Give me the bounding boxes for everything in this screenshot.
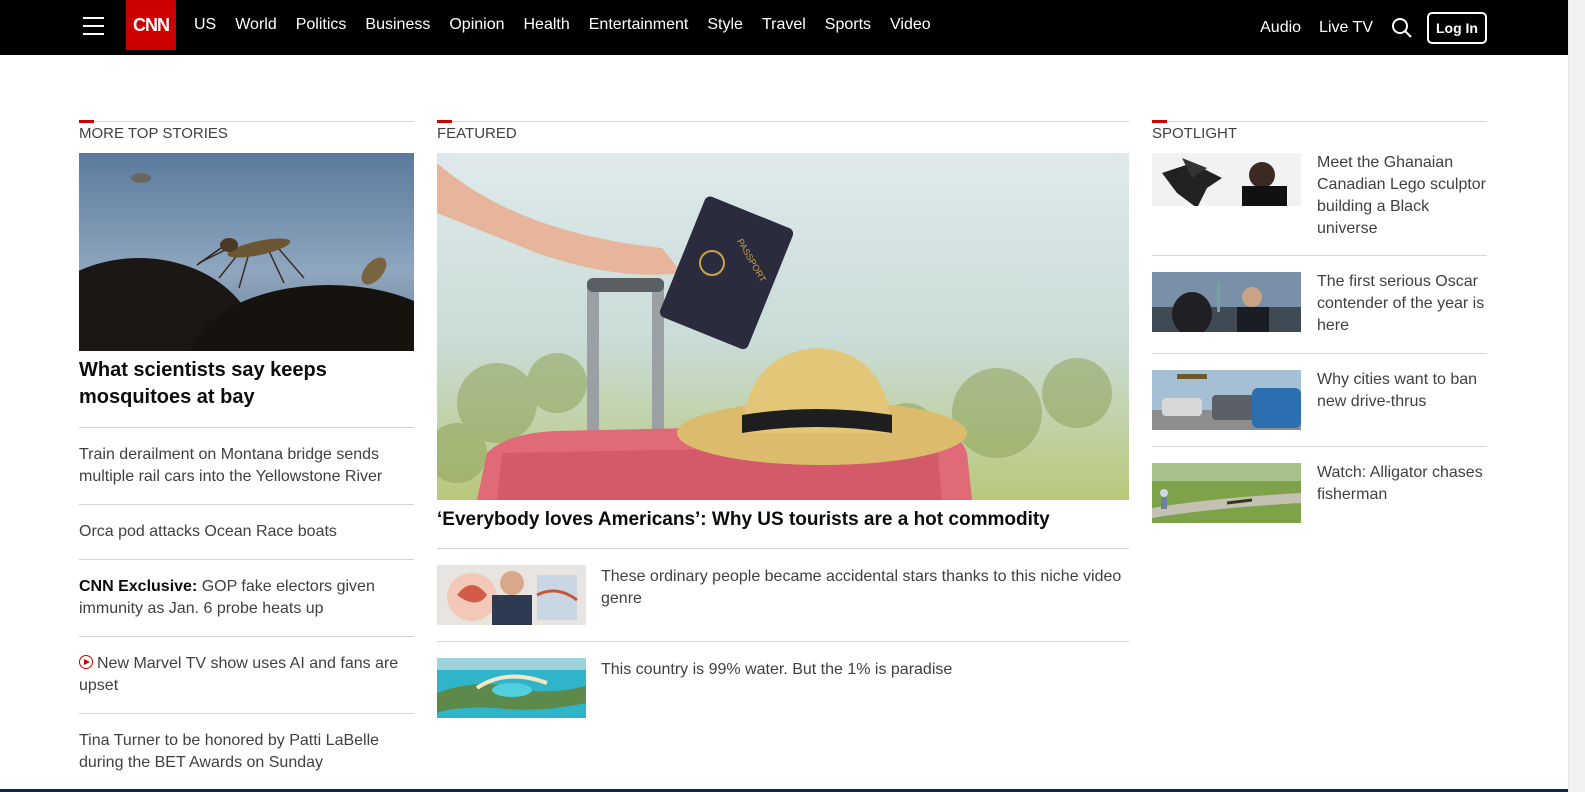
story-headline: Orca pod attacks Ocean Race boats	[79, 523, 337, 540]
passport-luggage-image[interactable]: PASSPORT	[437, 153, 1129, 500]
lead-story-headline[interactable]: What scientists say keeps mosquitoes at …	[79, 357, 414, 411]
menu-icon[interactable]	[83, 17, 104, 36]
section-label-more-top-stories: MORE TOP STORIES	[79, 120, 414, 153]
list-item[interactable]: Tina Turner to be honored by Patti LaBel…	[79, 713, 414, 790]
top-stories-list: Train derailment on Montana bridge sends…	[79, 427, 414, 790]
alligator-thumbnail[interactable]	[1152, 463, 1301, 523]
story-headline: Watch: Alligator chases fisherman	[1317, 464, 1483, 503]
featured-column: FEATURED PASSPORT ‘Everybody loves Ameri…	[437, 120, 1129, 734]
list-item[interactable]: Meet the Ghanaian Canadian Lego sculptor…	[1152, 153, 1487, 256]
section-nav: US World Politics Business Opinion Healt…	[194, 16, 950, 34]
list-item[interactable]: These ordinary people became accidental …	[437, 549, 1129, 642]
nav-link-video[interactable]: Video	[890, 16, 931, 34]
story-headline: These ordinary people became accidental …	[601, 568, 1122, 607]
more-top-stories-column: MORE TOP STORIES What scientists say kee…	[79, 120, 414, 790]
nav-link-opinion[interactable]: Opinion	[449, 16, 504, 34]
exclusive-label: CNN Exclusive:	[79, 578, 198, 595]
nav-link-live-tv[interactable]: Live TV	[1319, 19, 1373, 37]
story-headline: The first serious Oscar contender of the…	[1317, 273, 1485, 334]
story-headline: Tina Turner to be honored by Patti LaBel…	[79, 732, 380, 771]
featured-headline[interactable]: ‘Everybody loves Americans’: Why US tour…	[437, 509, 1129, 549]
nav-link-politics[interactable]: Politics	[296, 16, 347, 34]
vertical-scrollbar[interactable]	[1568, 0, 1585, 792]
list-item[interactable]: This country is 99% water. But the 1% is…	[437, 642, 1129, 734]
section-label-featured: FEATURED	[437, 120, 1129, 153]
nav-link-audio[interactable]: Audio	[1260, 19, 1301, 37]
nav-link-business[interactable]: Business	[365, 16, 430, 34]
nav-link-sports[interactable]: Sports	[825, 16, 871, 34]
cnn-logo[interactable]: CNN	[126, 0, 176, 50]
section-label-spotlight: SPOTLIGHT	[1152, 120, 1487, 153]
story-headline: This country is 99% water. But the 1% is…	[601, 661, 953, 678]
nav-link-us[interactable]: US	[194, 16, 216, 34]
lego-sculptor-thumbnail[interactable]	[1152, 153, 1301, 206]
oscar-contender-thumbnail[interactable]	[1152, 272, 1301, 332]
island-aerial-thumbnail[interactable]	[437, 658, 586, 718]
video-genre-thumbnail[interactable]	[437, 565, 586, 625]
nav-link-entertainment[interactable]: Entertainment	[589, 16, 689, 34]
list-item[interactable]: Train derailment on Montana bridge sends…	[79, 427, 414, 504]
list-item[interactable]: Watch: Alligator chases fisherman	[1152, 463, 1487, 539]
nav-link-world[interactable]: World	[235, 16, 277, 34]
list-item[interactable]: The first serious Oscar contender of the…	[1152, 272, 1487, 354]
story-headline: Why cities want to ban new drive-thrus	[1317, 371, 1478, 410]
story-headline: New Marvel TV show uses AI and fans are …	[79, 655, 399, 694]
list-item[interactable]: Why cities want to ban new drive-thrus	[1152, 370, 1487, 447]
story-headline: Train derailment on Montana bridge sends…	[79, 446, 383, 485]
spotlight-column: SPOTLIGHT Meet the Ghanaian Canadian Leg…	[1152, 120, 1487, 555]
drive-thru-thumbnail[interactable]	[1152, 370, 1301, 430]
nav-right-group: Audio Live TV Log In	[1260, 12, 1487, 44]
list-item[interactable]: Orca pod attacks Ocean Race boats	[79, 504, 414, 559]
video-play-icon	[79, 655, 93, 669]
story-headline: Meet the Ghanaian Canadian Lego sculptor…	[1317, 154, 1487, 237]
nav-link-travel[interactable]: Travel	[762, 16, 806, 34]
list-item[interactable]: New Marvel TV show uses AI and fans are …	[79, 636, 414, 713]
nav-link-health[interactable]: Health	[524, 16, 570, 34]
list-item[interactable]: CNN Exclusive: GOP fake electors given i…	[79, 559, 414, 636]
mosquito-image[interactable]	[79, 153, 414, 351]
login-button[interactable]: Log In	[1427, 12, 1487, 44]
top-navigation-bar: CNN US World Politics Business Opinion H…	[0, 0, 1568, 55]
search-icon[interactable]	[1391, 17, 1413, 39]
nav-link-style[interactable]: Style	[707, 16, 743, 34]
